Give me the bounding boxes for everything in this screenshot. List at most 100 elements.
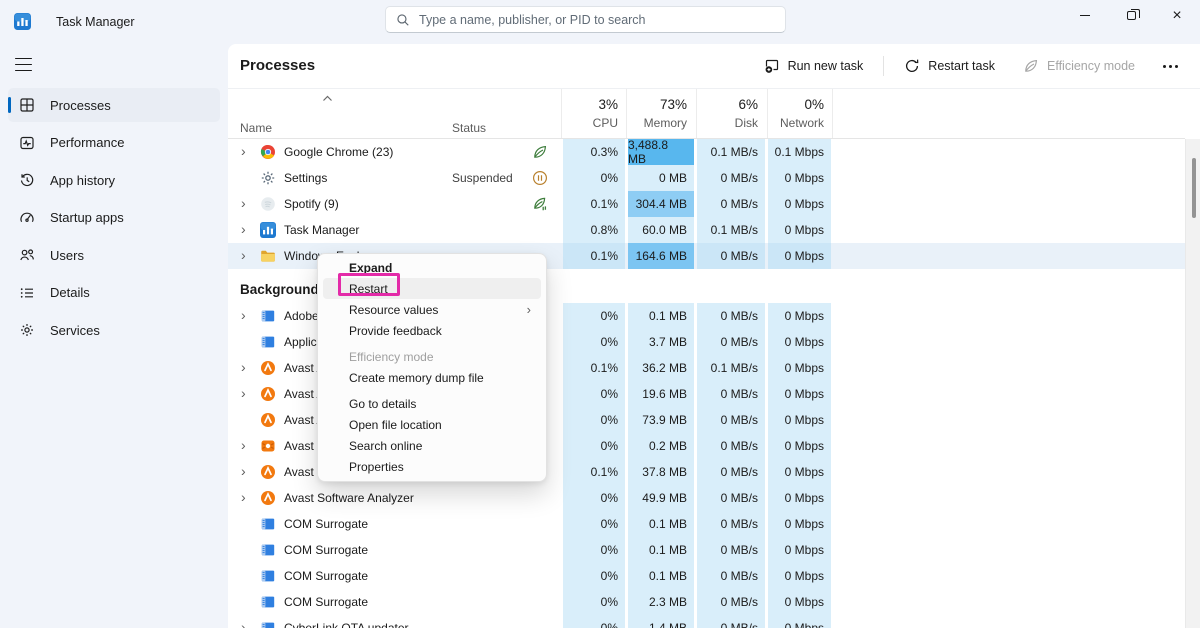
menu-item-create-memory-dump-file[interactable]: Create memory dump file	[323, 367, 541, 388]
run-new-task-button[interactable]: Run new task	[756, 53, 872, 79]
memory-cell: 304.4 MB	[628, 191, 694, 217]
process-name: COM Surrogate	[284, 517, 368, 531]
expand-chevron-icon[interactable]: ›	[241, 619, 246, 628]
run-new-task-icon	[764, 58, 780, 74]
expand-chevron-icon[interactable]: ›	[241, 359, 246, 375]
expand-chevron-icon[interactable]: ›	[241, 143, 246, 159]
cpu-cell: 0%	[563, 485, 625, 511]
more-options-button[interactable]	[1155, 59, 1186, 74]
disk-cell: 0.1 MB/s	[697, 217, 765, 243]
process-row[interactable]: COM Surrogate0%0.1 MB0 MB/s0 Mbps	[228, 511, 1185, 537]
expand-chevron-icon[interactable]: ›	[241, 385, 246, 401]
cpu-cell: 0%	[563, 511, 625, 537]
sidebar-item-label: Processes	[50, 98, 111, 113]
search-input[interactable]	[419, 13, 775, 27]
cpu-cell: 0%	[563, 407, 625, 433]
column-header-name[interactable]: Name	[240, 121, 272, 135]
memory-cell: 0.2 MB	[628, 433, 694, 459]
expand-chevron-icon[interactable]: ›	[241, 437, 246, 453]
task-manager-logo-icon	[14, 13, 31, 30]
column-header-cpu[interactable]: 3% CPU	[563, 88, 625, 138]
sidebar-item-services[interactable]: Services	[8, 313, 220, 347]
restart-task-icon	[904, 58, 920, 74]
expand-chevron-icon[interactable]: ›	[241, 463, 246, 479]
menu-item-efficiency-mode[interactable]: Efficiency mode	[323, 346, 541, 367]
network-cell: 0.1 Mbps	[768, 139, 831, 165]
scrollbar-thumb[interactable]	[1192, 158, 1196, 218]
services-icon	[19, 322, 35, 338]
memory-cell: 3.7 MB	[628, 329, 694, 355]
sidebar-item-startup-apps[interactable]: Startup apps	[8, 201, 220, 235]
memory-cell: 0.1 MB	[628, 303, 694, 329]
close-button[interactable]: ×	[1154, 0, 1200, 31]
menu-item-label: Provide feedback	[349, 324, 442, 338]
menu-item-open-file-location[interactable]: Open file location	[323, 414, 541, 435]
run-new-task-label: Run new task	[788, 59, 864, 73]
process-row[interactable]: COM Surrogate0%0.1 MB0 MB/s0 Mbps	[228, 537, 1185, 563]
disk-cell: 0 MB/s	[697, 459, 765, 485]
settings-app-icon	[260, 170, 276, 186]
network-cell: 0 Mbps	[768, 433, 831, 459]
menu-item-search-online[interactable]: Search online	[323, 435, 541, 456]
network-cell: 0 Mbps	[768, 243, 831, 269]
column-header-network[interactable]: 0% Network	[768, 88, 831, 138]
cpu-cell: 0%	[563, 537, 625, 563]
menu-item-properties[interactable]: Properties	[323, 456, 541, 477]
sidebar-item-label: Startup apps	[50, 210, 124, 225]
avast-app-icon	[260, 490, 276, 506]
process-row[interactable]: ›Avast Software Analyzer0%49.9 MB0 MB/s0…	[228, 485, 1185, 511]
restore-button[interactable]	[1108, 0, 1154, 31]
cpu-cell: 0.3%	[563, 139, 625, 165]
expand-chevron-icon[interactable]: ›	[241, 195, 246, 211]
column-header-disk[interactable]: 6% Disk	[697, 88, 765, 138]
winapp-app-icon	[260, 620, 276, 628]
menu-item-resource-values[interactable]: Resource values›	[323, 299, 541, 320]
search-box[interactable]	[385, 6, 786, 33]
cpu-cell: 0%	[563, 381, 625, 407]
winapp-app-icon	[260, 334, 276, 350]
restart-task-button[interactable]: Restart task	[896, 53, 1003, 79]
sidebar-item-processes[interactable]: Processes	[8, 88, 220, 122]
sidebar-item-app-history[interactable]: App history	[8, 163, 220, 197]
process-row[interactable]: ›Task Manager0.8%60.0 MB0.1 MB/s0 Mbps	[228, 217, 1185, 243]
scrollbar-track[interactable]	[1185, 139, 1200, 628]
expand-chevron-icon[interactable]: ›	[241, 489, 246, 505]
expand-chevron-icon[interactable]: ›	[241, 221, 246, 237]
menu-item-label: Open file location	[349, 418, 442, 432]
menu-toggle-button[interactable]	[15, 58, 32, 71]
process-name: Spotify (9)	[284, 197, 339, 211]
network-cell: 0 Mbps	[768, 563, 831, 589]
menu-item-go-to-details[interactable]: Go to details	[323, 393, 541, 414]
expand-chevron-icon[interactable]: ›	[241, 307, 246, 323]
process-name: COM Surrogate	[284, 569, 368, 583]
cpu-cell: 0.1%	[563, 243, 625, 269]
column-header-memory[interactable]: 73% Memory	[628, 88, 694, 138]
sidebar-item-performance[interactable]: Performance	[8, 126, 220, 160]
cpu-cell: 0.1%	[563, 355, 625, 381]
disk-cell: 0 MB/s	[697, 615, 765, 628]
sidebar-item-details[interactable]: Details	[8, 276, 220, 310]
column-header-status[interactable]: Status	[452, 121, 486, 135]
menu-item-provide-feedback[interactable]: Provide feedback	[323, 320, 541, 341]
startup-apps-icon	[19, 210, 35, 226]
efficiency-mode-button[interactable]: Efficiency mode	[1015, 53, 1143, 79]
process-row[interactable]: ›Google Chrome (23)0.3%3,488.8 MB0.1 MB/…	[228, 139, 1185, 165]
toolbar-divider	[883, 56, 884, 76]
avast-app-icon	[260, 464, 276, 480]
process-row[interactable]: COM Surrogate0%0.1 MB0 MB/s0 Mbps	[228, 563, 1185, 589]
network-cell: 0 Mbps	[768, 381, 831, 407]
restart-task-label: Restart task	[928, 59, 995, 73]
memory-cell: 36.2 MB	[628, 355, 694, 381]
process-row[interactable]: COM Surrogate0%2.3 MB0 MB/s0 Mbps	[228, 589, 1185, 615]
process-row[interactable]: ›Spotify (9)0.1%304.4 MB0 MB/s0 Mbps	[228, 191, 1185, 217]
disk-cell: 0 MB/s	[697, 511, 765, 537]
cpu-cell: 0%	[563, 615, 625, 628]
minimize-button[interactable]	[1062, 0, 1108, 31]
process-row[interactable]: ›CyberLink OTA updater0%1.4 MB0 MB/s0 Mb…	[228, 615, 1185, 628]
cpu-cell: 0%	[563, 563, 625, 589]
winapp-app-icon	[260, 594, 276, 610]
process-row[interactable]: SettingsSuspended0%0 MB0 MB/s0 Mbps	[228, 165, 1185, 191]
sidebar-item-users[interactable]: Users	[8, 238, 220, 272]
expand-chevron-icon[interactable]: ›	[241, 247, 246, 263]
toolbar: Run new task Restart task Efficiency mod…	[756, 44, 1186, 88]
